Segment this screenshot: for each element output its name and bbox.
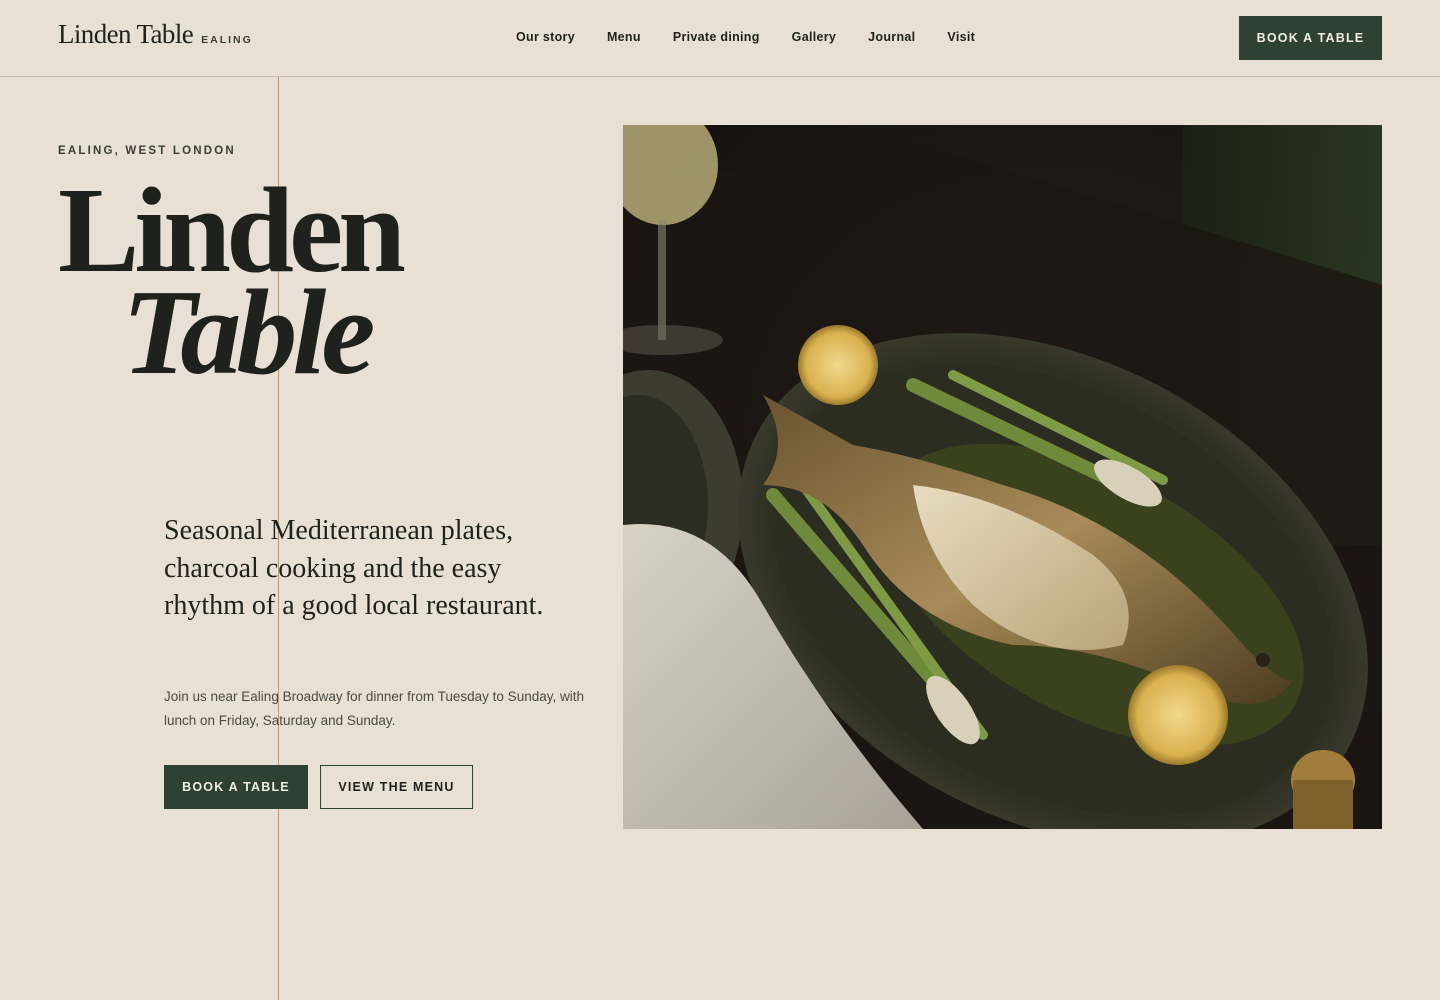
hero-lede: Seasonal Mediterranean plates, charcoal … xyxy=(164,515,544,621)
nav-gallery[interactable]: Gallery xyxy=(792,30,837,44)
main-nav: Our story Menu Private dining Gallery Jo… xyxy=(516,30,1007,44)
nav-menu[interactable]: Menu xyxy=(607,30,641,44)
header-book-table-button[interactable]: BOOK A TABLE xyxy=(1239,16,1382,60)
hero-view-menu-button[interactable]: VIEW THE MENU xyxy=(320,765,473,809)
hero-food-photo xyxy=(623,125,1382,829)
hero-title-line2: Table xyxy=(122,265,375,400)
grilled-fish-plate-illustration xyxy=(623,125,1382,829)
nav-our-story[interactable]: Our story xyxy=(516,30,575,44)
brand-location: EALING xyxy=(201,34,253,46)
nav-journal[interactable]: Journal xyxy=(868,30,915,44)
hero-book-table-button[interactable]: BOOK A TABLE xyxy=(164,765,308,809)
brand-logo[interactable]: Linden Table EALING xyxy=(58,19,253,50)
hero-body-copy: Join us near Ealing Broadway for dinner … xyxy=(164,689,584,728)
hero-eyebrow: EALING, WEST LONDON xyxy=(58,145,236,157)
nav-private-dining[interactable]: Private dining xyxy=(673,30,760,44)
site-header: Linden Table EALING Our story Menu Priva… xyxy=(0,0,1440,77)
nav-visit[interactable]: Visit xyxy=(947,30,975,44)
brand-name: Linden Table xyxy=(58,19,194,49)
